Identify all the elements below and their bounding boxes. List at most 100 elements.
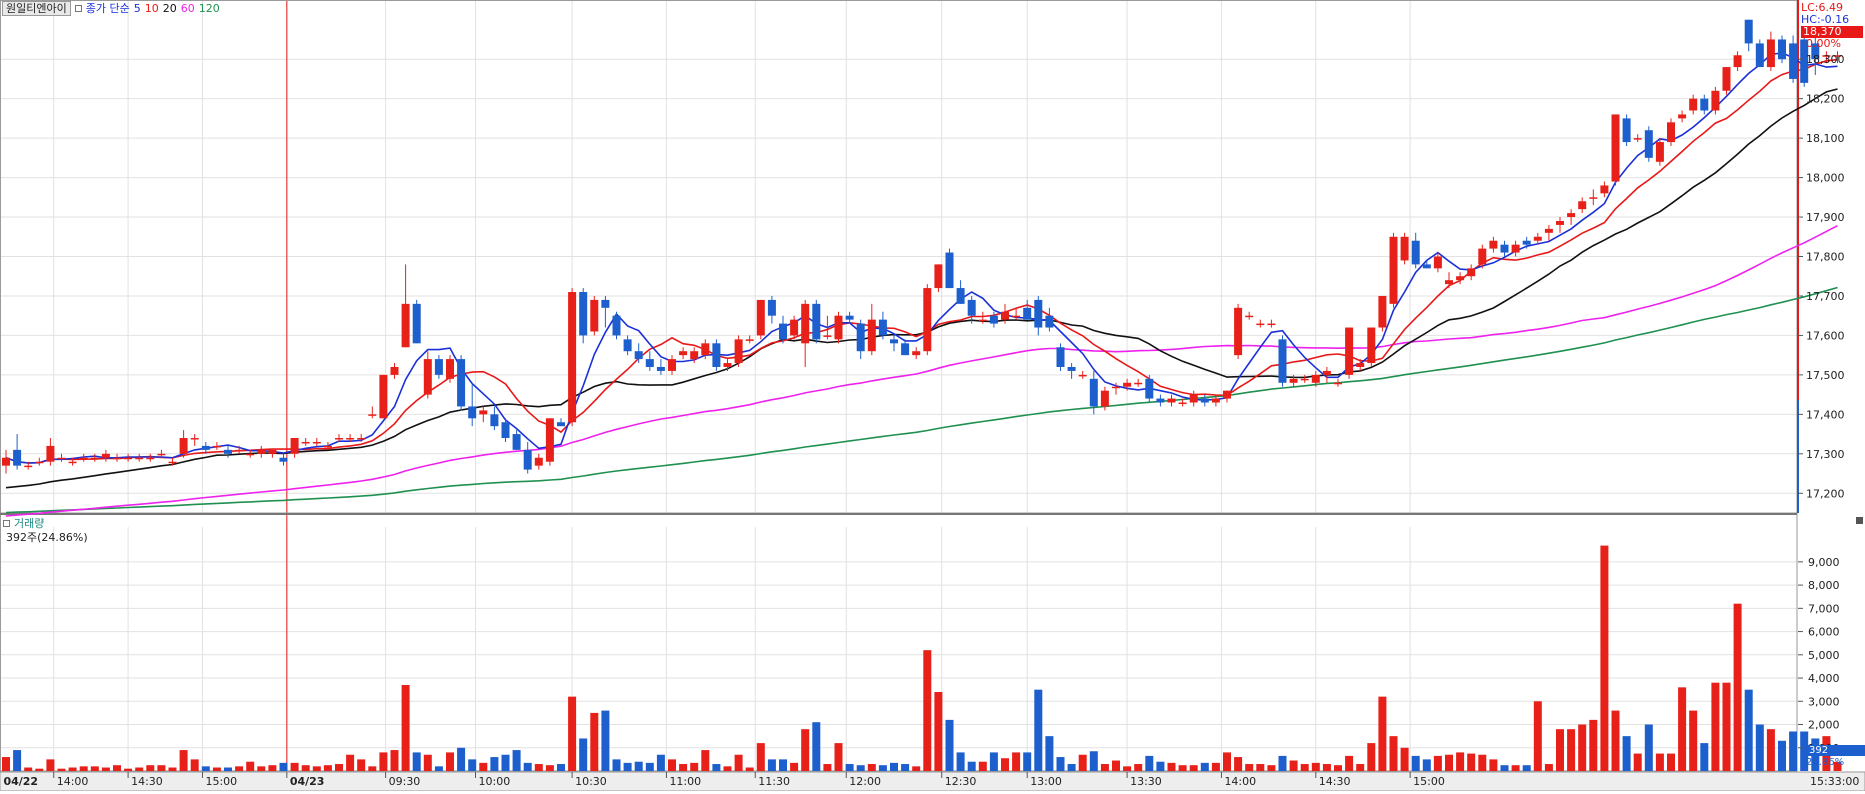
panel-resize-icon[interactable]	[1856, 517, 1863, 524]
candle-body	[457, 359, 466, 407]
volume-bar	[423, 754, 432, 771]
volume-bar	[701, 750, 710, 771]
candle-body	[557, 422, 565, 427]
volume-bar	[1034, 689, 1043, 771]
candle-body	[1223, 390, 1231, 399]
candle-body	[856, 323, 865, 352]
volume-bar	[379, 752, 388, 771]
time-label: 10:30	[575, 775, 607, 788]
ma-20-line	[5, 88, 1838, 489]
volume-bar	[401, 685, 410, 771]
volume-bar	[1711, 682, 1720, 771]
volume-bar	[1211, 762, 1220, 771]
volume-bar	[1256, 764, 1265, 771]
time-label: 15:33:00	[1810, 775, 1859, 788]
ma-10-line	[5, 58, 1838, 464]
volume-bar	[1167, 762, 1176, 771]
candle-body	[712, 343, 721, 367]
candle-body	[723, 363, 732, 367]
stock-name-box[interactable]: 원일티엔아이	[2, 1, 71, 16]
candle-body	[1045, 315, 1054, 328]
volume-bar	[978, 761, 987, 771]
candle-body	[801, 303, 810, 344]
volume-bar	[767, 759, 776, 771]
volume-pct-tag: 24.86%	[1806, 757, 1845, 768]
candle-body	[623, 339, 632, 352]
candle-body	[1578, 201, 1587, 210]
candle-body	[346, 438, 355, 440]
candle-body	[534, 457, 543, 466]
volume-bar	[1733, 603, 1742, 771]
candle-body	[113, 457, 121, 460]
volume-bar	[1100, 764, 1109, 771]
volume-bar	[13, 750, 22, 771]
volume-bar	[834, 743, 843, 771]
ma-period-120[interactable]: 120	[199, 2, 220, 15]
candle-body	[1167, 398, 1176, 403]
volume-bar	[1156, 761, 1165, 771]
ma-period-5[interactable]: 5	[134, 2, 141, 15]
volume-bar	[1056, 757, 1065, 771]
candle-body	[190, 438, 199, 440]
candle-body	[1200, 398, 1209, 403]
candle-body	[1544, 228, 1553, 233]
volume-bar	[734, 754, 743, 771]
candle-body	[1655, 142, 1664, 162]
volume-bar	[912, 766, 921, 771]
candle-body	[901, 343, 910, 356]
volume-bar	[179, 750, 188, 771]
time-label: 12:00	[849, 775, 881, 788]
volume-bar	[1334, 765, 1342, 771]
candle-body	[978, 319, 987, 322]
candle-body	[412, 303, 421, 344]
volume-bar	[823, 764, 832, 771]
time-label: 14:00	[1224, 775, 1256, 788]
chart-svg[interactable]: 17,200 17,300 17,400 17,500 17,600 17,700 17,8…	[0, 0, 1865, 792]
volume-bar	[501, 754, 510, 771]
volume-bar	[1389, 736, 1398, 771]
chart-frame	[0, 0, 1865, 792]
volume-bar	[312, 766, 321, 771]
candle-body	[90, 457, 99, 460]
stock-chart[interactable]: 17,200 17,300 17,400 17,500 17,600 17,700 17,8…	[0, 0, 1865, 792]
candle-body	[989, 315, 998, 324]
candle-body	[1711, 90, 1720, 111]
candle-body	[146, 457, 155, 460]
volume-bar	[1078, 754, 1087, 771]
volume-bar	[712, 764, 721, 771]
volume-bar	[1589, 719, 1598, 771]
ma-period-60[interactable]: 60	[181, 2, 195, 15]
volume-bar	[1467, 753, 1476, 771]
volume-bar	[212, 767, 221, 771]
volume-bar	[845, 764, 854, 771]
volume-bar	[1644, 724, 1653, 771]
time-label: 15:00	[205, 775, 237, 788]
volume-bar	[1189, 765, 1198, 771]
candle-body	[1689, 98, 1698, 111]
candle-body	[1478, 248, 1487, 265]
time-label: 14:30	[1319, 775, 1351, 788]
candle-body	[1322, 370, 1331, 375]
volume-bar	[967, 761, 976, 771]
candle-body	[1733, 55, 1742, 68]
candle-body	[235, 449, 244, 452]
volume-bar	[24, 767, 33, 771]
ma-period-10[interactable]: 10	[145, 2, 159, 15]
volume-bar	[368, 766, 377, 771]
volume-bar	[1112, 760, 1120, 771]
volume-bar	[1278, 755, 1287, 771]
volume-bar	[779, 759, 787, 771]
candle-body	[57, 457, 66, 460]
candle-body	[1300, 378, 1309, 381]
candle-body	[2, 457, 10, 466]
chart-header-legend: 원일티엔아이 종가 단순 5 10 20 60 120	[2, 1, 220, 16]
candle-body	[312, 441, 321, 444]
volume-bar	[1578, 724, 1587, 771]
candle-body	[1789, 43, 1798, 79]
ma-period-20[interactable]: 20	[163, 2, 177, 15]
candle-body	[701, 343, 710, 356]
volume-panel-title: 거래량	[3, 517, 44, 530]
candle-body	[1622, 118, 1631, 143]
price-tick-label: 18,100	[1806, 132, 1845, 145]
candle-body	[956, 288, 965, 304]
